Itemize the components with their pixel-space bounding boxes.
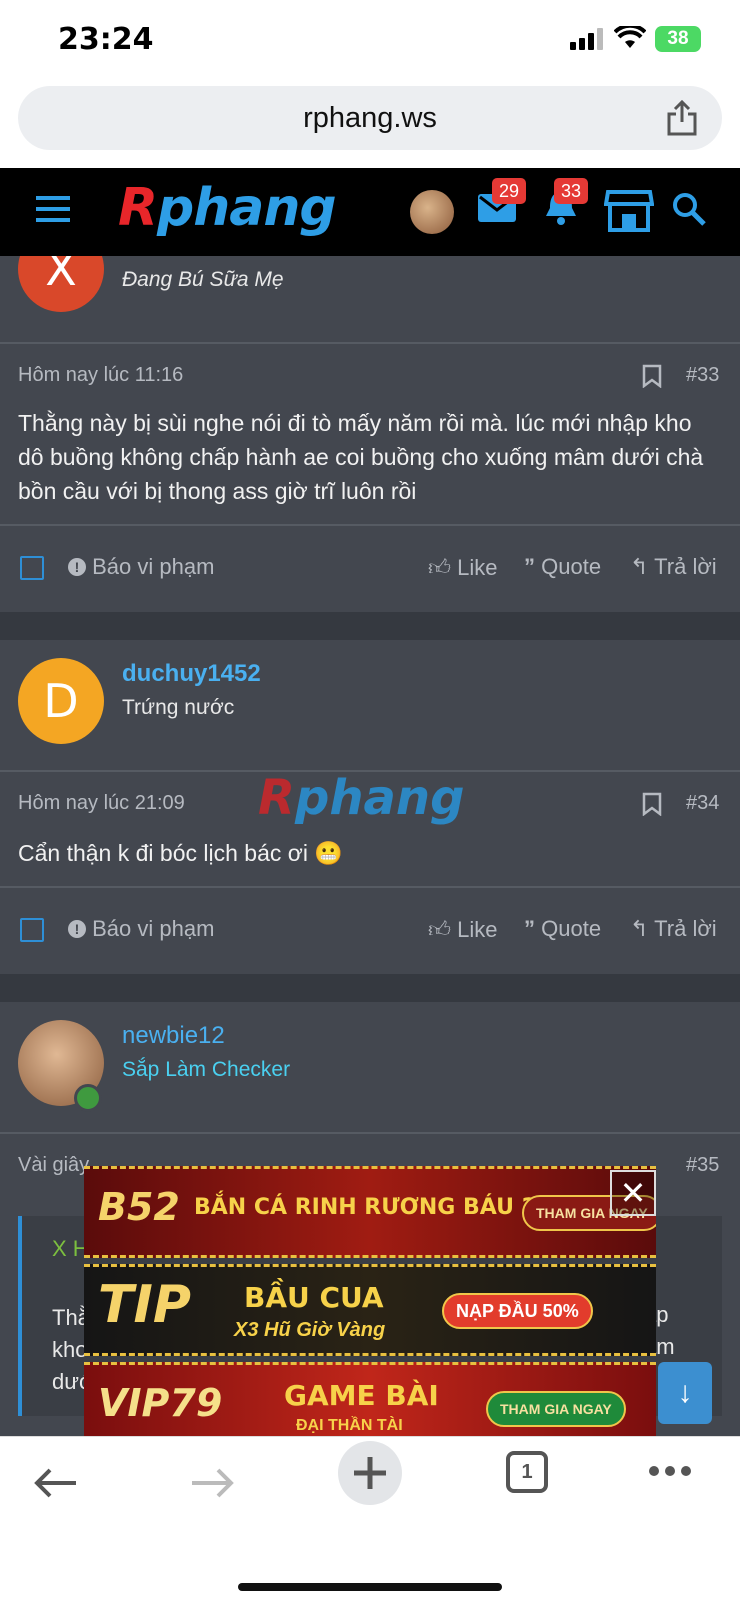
status-bar: 23:24 38 <box>0 0 740 82</box>
wifi-icon <box>614 26 646 48</box>
back-icon[interactable] <box>34 1467 78 1499</box>
mail-badge: 29 <box>492 178 526 204</box>
post-time[interactable]: Hôm nay lúc 11:16 <box>18 364 183 387</box>
reply-button[interactable]: ↰ Trả lời <box>630 554 717 580</box>
post-number[interactable]: #34 <box>686 792 719 815</box>
more-icon[interactable] <box>648 1465 692 1477</box>
site-logo[interactable]: Rphang <box>118 178 337 238</box>
username[interactable]: duchuy1452 <box>122 660 261 688</box>
status-time: 23:24 <box>58 22 154 57</box>
report-icon: ! <box>68 558 86 576</box>
report-button[interactable]: ! Báo vi phạm <box>68 916 214 942</box>
bookmark-icon[interactable] <box>642 792 662 816</box>
quote-label: Quote <box>541 554 602 579</box>
logo-r: R <box>118 178 158 238</box>
share-icon[interactable] <box>666 100 698 136</box>
forward-icon[interactable] <box>190 1467 234 1499</box>
ad-subtitle: ĐẠI THẦN TÀI <box>296 1417 403 1434</box>
browser-url-area: rphang.ws <box>0 82 740 168</box>
ad-brand: B52 <box>98 1185 180 1229</box>
search-icon[interactable] <box>672 192 706 226</box>
address-bar[interactable]: rphang.ws <box>18 86 722 150</box>
new-tab-button[interactable] <box>338 1441 402 1505</box>
report-label: Báo vi phạm <box>92 916 215 941</box>
ad-cta[interactable]: NẠP ĐẦU 50% <box>442 1293 593 1329</box>
like-button[interactable]: 👍︎ Like <box>428 916 497 943</box>
inbox-button[interactable]: 29 <box>478 178 526 227</box>
post-number[interactable]: #35 <box>686 1154 719 1177</box>
user-title: Đang Bú Sữa Mẹ <box>122 268 284 291</box>
divider <box>0 1132 740 1134</box>
ad-brand: TIP <box>98 1275 191 1335</box>
report-button[interactable]: ! Báo vi phạm <box>68 554 214 580</box>
bookmark-icon[interactable] <box>642 364 662 388</box>
post-gap <box>0 974 740 1002</box>
user-avatar[interactable] <box>410 190 454 234</box>
ad-banners[interactable]: B52 BẮN CÁ RINH RƯƠNG BÁU 2,5M THAM GIA … <box>84 1166 656 1456</box>
ad-banner[interactable]: TIP BẦU CUA X3 Hũ Giờ Vàng NẠP ĐẦU 50% <box>84 1264 656 1356</box>
battery-indicator: 38 <box>655 26 701 52</box>
online-status-icon <box>74 1084 102 1112</box>
user-title: Sắp Làm Checker <box>122 1058 291 1081</box>
ad-title: GAME BÀI <box>284 1379 439 1412</box>
home-indicator <box>238 1583 502 1591</box>
ad-brand: VIP79 <box>98 1381 223 1425</box>
watermark-logo: Rphang <box>258 770 464 826</box>
like-label: Like <box>457 917 498 942</box>
post-time[interactable]: Vài giây <box>18 1154 89 1177</box>
avatar[interactable]: D <box>18 658 104 744</box>
select-checkbox[interactable] <box>20 556 44 580</box>
post-gap <box>0 612 740 640</box>
post-card: X Đang Bú Sữa Mẹ Hôm nay lúc 11:16 #33 T… <box>0 256 740 612</box>
post-actions: ! Báo vi phạm 👍︎ Like ” Quote ↰ Trả lời <box>0 888 740 974</box>
username[interactable]: newbie12 <box>122 1022 225 1050</box>
tabs-button[interactable]: 1 <box>506 1451 548 1493</box>
reply-icon: ↰ <box>630 916 649 941</box>
post-actions: ! Báo vi phạm 👍︎ Like ” Quote ↰ Trả lời <box>0 526 740 612</box>
ad-banner[interactable]: B52 BẮN CÁ RINH RƯƠNG BÁU 2,5M THAM GIA … <box>84 1166 656 1258</box>
scroll-down-button[interactable]: ↓ <box>658 1362 712 1424</box>
url-text[interactable]: rphang.ws <box>18 102 722 135</box>
ad-subtitle: X3 Hũ Giờ Vàng <box>234 1319 386 1341</box>
report-icon: ! <box>68 920 86 938</box>
watermark-r: R <box>258 770 295 826</box>
watermark-text: phang <box>294 770 465 826</box>
like-icon: 👍︎ <box>428 917 451 942</box>
ad-title: BẦU CUA <box>244 1281 384 1314</box>
reply-button[interactable]: ↰ Trả lời <box>630 916 717 942</box>
post-text: Thằng này bị sùi nghe nói đi tò mấy năm … <box>18 410 704 504</box>
user-title: Trứng nước <box>122 696 235 719</box>
quote-icon: ” <box>524 554 535 579</box>
quote-button[interactable]: ” Quote <box>524 916 601 942</box>
ad-close-button[interactable]: ✕ <box>610 1170 656 1216</box>
alerts-button[interactable]: 33 <box>544 178 588 231</box>
arrow-down-icon: ↓ <box>677 1376 693 1409</box>
menu-icon[interactable] <box>36 196 70 222</box>
alerts-badge: 33 <box>554 178 588 204</box>
post-time[interactable]: Hôm nay lúc 21:09 <box>18 792 185 815</box>
ad-cta[interactable]: THAM GIA NGAY <box>486 1391 626 1427</box>
browser-toolbar: 1 <box>0 1436 740 1600</box>
site-navbar: Rphang 29 33 <box>0 168 740 256</box>
select-checkbox[interactable] <box>20 918 44 942</box>
post-text: Cẩn thận k đi bóc lịch bác ơi 😬 <box>18 840 343 866</box>
close-icon: ✕ <box>619 1175 647 1211</box>
reply-label: Trả lời <box>654 554 717 579</box>
logo-text: phang <box>157 178 337 238</box>
quote-label: Quote <box>541 916 602 941</box>
like-icon: 👍︎ <box>428 555 451 580</box>
store-icon[interactable] <box>604 188 654 232</box>
reply-icon: ↰ <box>630 554 649 579</box>
quote-icon: ” <box>524 916 535 941</box>
plus-icon <box>354 1457 386 1489</box>
report-label: Báo vi phạm <box>92 554 215 579</box>
like-label: Like <box>457 555 498 580</box>
divider <box>0 342 740 344</box>
post-number[interactable]: #33 <box>686 364 719 387</box>
like-button[interactable]: 👍︎ Like <box>428 554 497 581</box>
signal-icon <box>570 28 603 50</box>
reply-label: Trả lời <box>654 916 717 941</box>
avatar[interactable]: X <box>18 256 104 312</box>
quote-button[interactable]: ” Quote <box>524 554 601 580</box>
